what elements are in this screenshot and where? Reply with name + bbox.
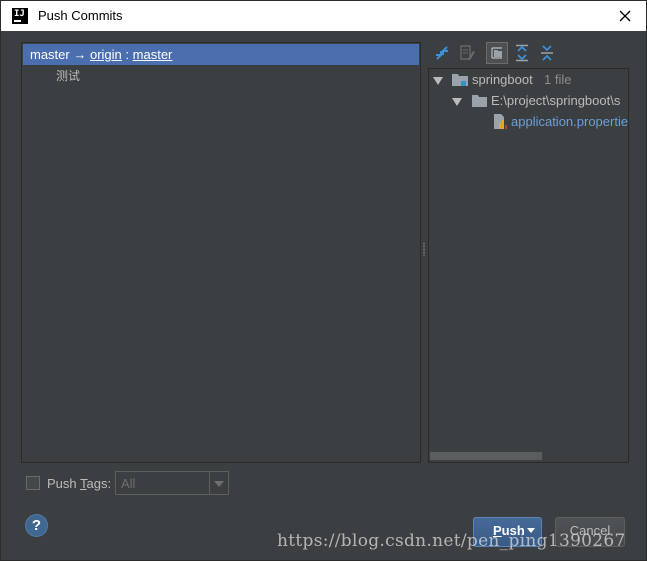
remote-link[interactable]: origin xyxy=(90,47,122,62)
folder-path: E:\project\springboot\s xyxy=(491,93,621,108)
push-button[interactable]: Push xyxy=(473,517,542,547)
compare-icon xyxy=(436,46,448,60)
expand-all-icon xyxy=(516,44,528,62)
expand-arrow-icon[interactable] xyxy=(452,98,462,106)
close-button[interactable] xyxy=(613,4,637,28)
branch-separator: : xyxy=(125,47,130,62)
changes-tree: springboot 1 file E:\project\springboot\… xyxy=(428,68,629,463)
push-tags-select-value: All xyxy=(121,476,136,491)
intellij-logo-icon: IJ xyxy=(12,8,28,24)
module-folder-icon xyxy=(452,74,468,86)
expand-all-button[interactable] xyxy=(511,42,533,64)
chevron-down-icon xyxy=(214,481,224,487)
tree-file-row[interactable]: application.propertie xyxy=(429,112,628,132)
commit-item[interactable]: 测试 xyxy=(56,69,80,83)
commits-panel: master → origin : master 测试 xyxy=(21,42,421,463)
window-title: Push Commits xyxy=(38,8,123,23)
edit-source-icon xyxy=(460,45,475,60)
group-by-directory-button[interactable] xyxy=(486,42,508,64)
push-tags-select[interactable]: All xyxy=(115,471,229,495)
local-branch: master xyxy=(30,47,70,62)
collapse-all-icon xyxy=(541,45,553,61)
tree-folder-row[interactable]: E:\project\springboot\s xyxy=(429,91,628,111)
push-commits-dialog: IJ Push Commits master → origin : master… xyxy=(0,0,647,561)
horizontal-scrollbar[interactable] xyxy=(430,452,542,460)
collapse-all-button[interactable] xyxy=(536,42,558,64)
branch-arrow: → xyxy=(73,47,87,62)
close-icon xyxy=(619,10,631,22)
group-by-directory-icon xyxy=(491,47,502,59)
file-count: 1 file xyxy=(544,72,572,87)
help-button[interactable]: ? xyxy=(25,514,48,537)
push-dropdown-icon[interactable] xyxy=(527,528,535,533)
expand-arrow-icon[interactable] xyxy=(433,77,443,85)
push-tags-label: Push Tags: xyxy=(47,476,112,491)
tree-root-row[interactable]: springboot 1 file xyxy=(429,70,628,90)
properties-file-icon xyxy=(494,114,507,129)
push-button-label: Push xyxy=(493,523,525,538)
branch-row[interactable]: master → origin : master xyxy=(23,44,419,65)
compare-button[interactable] xyxy=(431,42,453,64)
changes-toolbar xyxy=(429,42,627,66)
folder-icon xyxy=(472,95,487,107)
file-name: application.propertie xyxy=(511,114,629,129)
cancel-button[interactable]: Cancel xyxy=(555,517,625,547)
edit-source-button[interactable] xyxy=(456,42,478,64)
title-bar: IJ Push Commits xyxy=(1,1,646,31)
splitter-grip-icon xyxy=(423,242,425,256)
tree-root-label: springboot xyxy=(472,72,533,87)
target-branch-link[interactable]: master xyxy=(133,47,173,62)
push-tags-checkbox[interactable] xyxy=(26,476,40,490)
